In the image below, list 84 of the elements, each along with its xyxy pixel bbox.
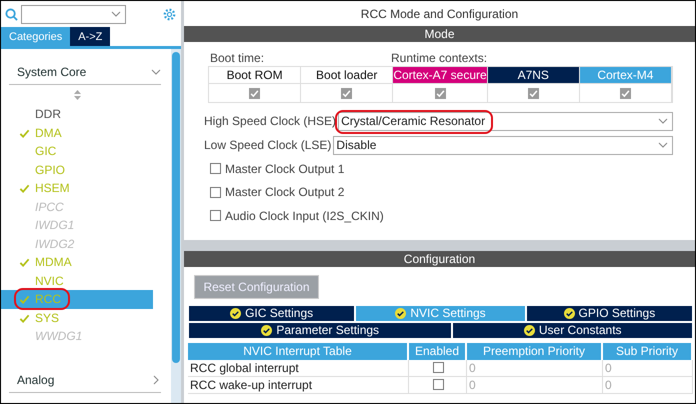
checkbox[interactable] [210, 210, 221, 222]
field-label: High Speed Clock (HSE) [204, 114, 336, 128]
check-circle-icon [395, 308, 406, 318]
peripheral-item[interactable]: NVIC [1, 272, 153, 290]
checkbox-label: Master Clock Output 1 [225, 162, 344, 176]
check-icon [19, 183, 30, 194]
checkbox-label: Audio Clock Input (I2S_CKIN) [225, 208, 384, 223]
peripheral-item[interactable]: HSEM [1, 179, 153, 198]
search-field[interactable] [21, 4, 126, 24]
context-checkbox[interactable] [341, 88, 352, 98]
table-cell: 0 [603, 376, 693, 394]
field-label: Low Speed Clock (LSE) [204, 138, 332, 152]
peripheral-item[interactable]: GIC [1, 142, 153, 160]
check-icon [19, 294, 30, 305]
settings-tab[interactable]: GPIO Settings [526, 304, 693, 322]
table-cell: RCC global interrupt [188, 360, 409, 376]
reset-button[interactable]: Reset Configuration [194, 274, 319, 298]
chevron-down-icon [658, 140, 668, 150]
context-checkbox[interactable] [528, 88, 539, 98]
settings-tab[interactable]: User Constants [452, 322, 693, 338]
checkbox[interactable] [210, 163, 221, 174]
check-circle-icon [261, 324, 272, 336]
dropdown-field[interactable]: Disable [333, 136, 673, 154]
table-cell: RCC wake-up interrupt [188, 376, 409, 394]
checkmark-icon [436, 88, 444, 98]
context-header: A7NS [488, 67, 580, 84]
context-header: Boot ROM [209, 67, 302, 84]
table-cell: 0 [603, 360, 693, 376]
sort-icon[interactable] [74, 90, 80, 100]
peripheral-item[interactable]: GPIO [1, 160, 153, 179]
settings-tab[interactable]: Parameter Settings [188, 322, 452, 338]
check-circle-icon [524, 324, 535, 336]
column-header: Sub Priority [603, 342, 693, 360]
peripheral-item[interactable]: DDR [1, 105, 153, 124]
chevron-down-icon [658, 116, 668, 126]
search-icon[interactable] [5, 8, 18, 20]
column-header: Enabled [409, 342, 467, 360]
context-checkbox[interactable] [434, 88, 446, 98]
chevron-down-icon [151, 66, 161, 76]
column-header: Preemption Priority [467, 342, 603, 360]
peripheral-item[interactable]: IPCC [1, 198, 153, 216]
checkbox-label: Master Clock Output 2 [225, 185, 344, 200]
context-header: Cortex-A7 secure [393, 67, 488, 84]
checkbox[interactable] [433, 362, 444, 373]
chevron-right-icon [151, 374, 161, 384]
peripheral-item[interactable]: SYS [1, 308, 153, 327]
check-icon [19, 128, 30, 138]
checkmark-icon [528, 88, 538, 98]
panel-title: RCC Mode and Configuration [360, 6, 520, 22]
section-header: Configuration [184, 250, 695, 266]
peripheral-item[interactable]: IWDG2 [1, 234, 153, 253]
boot-time-label: Boot time: [210, 51, 266, 66]
settings-icon[interactable] [162, 6, 177, 22]
runtime-label: Runtime contexts: [391, 51, 488, 66]
peripheral-item[interactable]: MDMA [1, 253, 153, 272]
checkbox[interactable] [433, 379, 444, 390]
scrollbar-thumb[interactable] [172, 52, 180, 363]
category-header[interactable]: Analog [9, 367, 161, 393]
peripheral-item[interactable]: WWDG1 [1, 327, 153, 346]
context-checkbox[interactable] [249, 88, 260, 98]
category-tab[interactable]: A->Z [70, 27, 110, 46]
check-circle-icon [230, 308, 242, 318]
table-cell: 0 [467, 360, 603, 376]
chevron-down-icon [111, 9, 121, 19]
peripheral-item[interactable]: IWDG1 [1, 216, 153, 234]
check-circle-icon [564, 308, 575, 318]
category-tab[interactable]: Categories [1, 27, 70, 46]
peripheral-item[interactable]: RCC [1, 290, 153, 308]
checkbox[interactable] [210, 186, 221, 198]
check-icon [19, 312, 30, 324]
context-header: Cortex-M4 [580, 67, 672, 84]
column-header: NVIC Interrupt Table [188, 342, 409, 360]
settings-tab[interactable]: NVIC Settings [355, 304, 526, 322]
check-icon [19, 257, 30, 268]
checkmark-icon [620, 88, 630, 98]
context-checkbox[interactable] [620, 88, 631, 98]
section-header: Mode [184, 26, 695, 42]
checkmark-icon [342, 88, 352, 98]
table-cell: 0 [467, 376, 603, 394]
peripheral-item[interactable]: DMA [1, 124, 153, 142]
settings-tab[interactable]: GIC Settings [188, 304, 356, 322]
context-header: Boot loader [301, 67, 394, 84]
category-header[interactable]: System Core [9, 59, 161, 85]
checkmark-icon [250, 88, 260, 98]
